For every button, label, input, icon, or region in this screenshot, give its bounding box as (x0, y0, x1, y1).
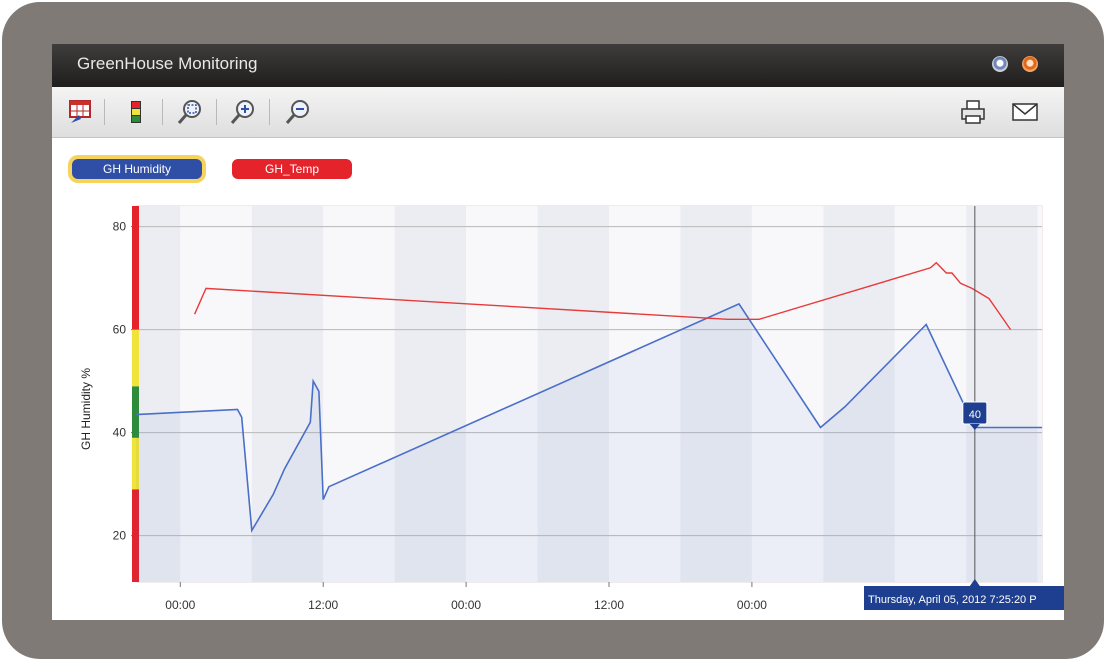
y-tick-labels: 20 40 60 80 (113, 220, 127, 543)
alarm-levels-icon[interactable] (122, 98, 150, 126)
cursor-datetime-label: Thursday, April 05, 2012 7:25:20 P (868, 594, 1037, 606)
x-tick-label: 00:00 (737, 598, 767, 612)
cursor-value-label: 40 (969, 409, 981, 421)
zoom-in-icon[interactable] (229, 98, 257, 126)
x-tick-label: 00:00 (165, 598, 195, 612)
x-tick-label: 12:00 (594, 598, 624, 612)
alarm-band-yellow (132, 329, 139, 387)
y-tick-label: 60 (113, 323, 127, 337)
toolbar (52, 87, 1064, 138)
print-icon[interactable] (959, 98, 987, 126)
alarm-band-red (132, 206, 139, 330)
settings-icon[interactable] (992, 56, 1008, 72)
toolbar-separator (104, 99, 105, 125)
zoom-out-icon[interactable] (284, 98, 312, 126)
x-tick-label: 12:00 (308, 598, 338, 612)
toolbar-separator (216, 99, 217, 125)
y-tick-label: 80 (113, 220, 127, 234)
close-icon[interactable] (1022, 56, 1038, 72)
y-axis-label: GH Humidity % (79, 368, 93, 450)
window-title: GreenHouse Monitoring (77, 54, 258, 73)
y-tick-label: 20 (113, 529, 127, 543)
app-window: GreenHouse Monitoring GH Humidity GH_Tem… (52, 44, 1064, 620)
x-tick-label: 00:00 (451, 598, 481, 612)
toolbar-separator (162, 99, 163, 125)
legend-humidity-toggle[interactable]: GH Humidity (72, 159, 202, 179)
legend-temp-toggle[interactable]: GH_Temp (232, 159, 352, 179)
humidity-temperature-chart: GH Humidity % 20 40 60 80 00:00 12:00 00:00 12… (79, 205, 1064, 612)
x-tick-labels: 00:00 12:00 00:00 12:00 00:00 (165, 582, 767, 612)
y-tick-label: 40 (113, 426, 127, 440)
email-icon[interactable] (1010, 98, 1038, 126)
toolbar-separator (269, 99, 270, 125)
zoom-fit-icon[interactable] (176, 98, 204, 126)
title-bar: GreenHouse Monitoring (52, 44, 1064, 87)
device-frame: GreenHouse Monitoring GH Humidity GH_Tem… (2, 2, 1104, 659)
table-icon[interactable] (67, 98, 95, 126)
